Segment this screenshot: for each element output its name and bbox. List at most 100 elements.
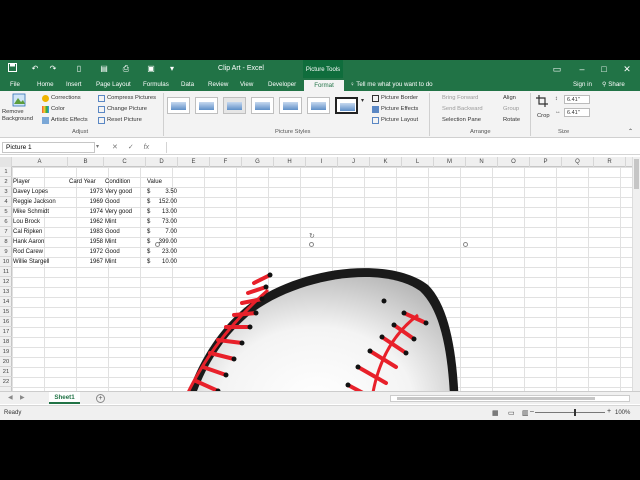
column-header-d[interactable]: D (146, 157, 178, 167)
cell-player[interactable]: Rod Carew (13, 247, 67, 257)
column-header-q[interactable]: Q (562, 157, 594, 167)
minimize-icon[interactable]: – (575, 62, 589, 76)
cell-condition[interactable]: Good (105, 197, 145, 207)
column-header-i[interactable]: I (306, 157, 338, 167)
column-header-l[interactable]: L (402, 157, 434, 167)
row-header-15[interactable]: 15 (0, 307, 12, 317)
change-picture-button[interactable]: Change Picture (107, 106, 147, 112)
crop-button[interactable]: Crop (537, 113, 550, 119)
column-header-a[interactable]: A (12, 157, 68, 167)
picture-border-button[interactable]: Picture Border (381, 95, 418, 101)
cell-player[interactable]: Davey Lopes (13, 187, 67, 197)
column-header-n[interactable]: N (466, 157, 498, 167)
header-cell-player[interactable]: Player (13, 177, 67, 187)
row-header-21[interactable]: 21 (0, 367, 12, 377)
row-header-2[interactable]: 2 (0, 177, 12, 187)
close-icon[interactable]: ✕ (620, 62, 634, 76)
cell-card-year[interactable]: 1972 (69, 247, 103, 257)
tab-format[interactable]: Format (304, 80, 344, 91)
print-icon[interactable]: ⎙ (120, 63, 132, 75)
sheet-tab-sheet1[interactable]: Sheet1 (49, 392, 80, 404)
picture-layout-button[interactable]: Picture Layout (381, 117, 418, 123)
picture-style-3[interactable] (223, 97, 246, 114)
select-all-corner[interactable] (0, 157, 12, 167)
row-header-20[interactable]: 20 (0, 357, 12, 367)
header-cell-condition[interactable]: Condition (105, 177, 145, 187)
cell-card-year[interactable]: 1974 (69, 207, 103, 217)
cell-condition[interactable]: Very good (105, 187, 145, 197)
tell-me-box[interactable]: ♀ Tell me what you want to do (350, 81, 433, 88)
row-header-10[interactable]: 10 (0, 257, 12, 267)
send-backward-button[interactable]: Send Backward (442, 106, 483, 112)
row-header-1[interactable]: 1 (0, 167, 12, 177)
zoom-slider[interactable] (535, 412, 605, 413)
share-button[interactable]: ⚲ Share (602, 81, 625, 88)
tab-file[interactable]: File (10, 80, 20, 91)
cell-condition[interactable]: Mint (105, 237, 145, 247)
row-header-12[interactable]: 12 (0, 277, 12, 287)
width-field[interactable]: 6.41" (564, 108, 590, 117)
tab-insert[interactable]: Insert (66, 80, 81, 91)
row-header-11[interactable]: 11 (0, 267, 12, 277)
zoom-out-icon[interactable]: – (530, 408, 534, 415)
picture-effects-button[interactable]: Picture Effects (381, 106, 418, 112)
column-header-g[interactable]: G (242, 157, 274, 167)
cell-condition[interactable]: Good (105, 227, 145, 237)
paste-icon[interactable]: ▣ (145, 63, 157, 75)
row-header-8[interactable]: 8 (0, 237, 12, 247)
column-header-c[interactable]: C (104, 157, 146, 167)
tab-review[interactable]: Review (208, 80, 228, 91)
new-icon[interactable]: ▯ (73, 63, 85, 75)
row-header-18[interactable]: 18 (0, 337, 12, 347)
row-header-7[interactable]: 7 (0, 227, 12, 237)
cell-condition[interactable]: Good (105, 247, 145, 257)
reset-picture-button[interactable]: Reset Picture (107, 117, 142, 123)
zoom-slider-thumb[interactable] (574, 409, 576, 416)
bring-forward-button[interactable]: Bring Forward (442, 95, 478, 101)
cell-player[interactable]: Mike Schmidt (13, 207, 67, 217)
header-cell-value[interactable]: Value (147, 177, 177, 187)
rotate-button[interactable]: Rotate (503, 117, 520, 123)
artistic-effects-button[interactable]: Artistic Effects (51, 117, 88, 123)
vertical-scroll-thumb[interactable] (634, 159, 639, 189)
row-header-14[interactable]: 14 (0, 297, 12, 307)
cell-player[interactable]: Willie Stargell (13, 257, 67, 267)
cell-card-year[interactable]: 1983 (69, 227, 103, 237)
column-header-e[interactable]: E (178, 157, 210, 167)
cell-condition[interactable]: Mint (105, 217, 145, 227)
tab-developer[interactable]: Developer (268, 80, 296, 91)
resize-handle-nw[interactable] (155, 242, 160, 247)
cell-card-year[interactable]: 1969 (69, 197, 103, 207)
picture-style-5[interactable] (279, 97, 302, 114)
cell-value[interactable]: 13.00 (147, 207, 177, 217)
cell-card-year[interactable]: 1967 (69, 257, 103, 267)
column-header-r[interactable]: R (594, 157, 626, 167)
cancel-icon[interactable]: ✕ (112, 144, 118, 151)
group-button[interactable]: Group (503, 106, 519, 112)
gallery-more-icon[interactable]: ▾ (361, 97, 364, 104)
row-header-22[interactable]: 22 (0, 377, 12, 387)
cell-value[interactable]: 3.50 (147, 187, 177, 197)
picture-style-1[interactable] (167, 97, 190, 114)
resize-handle-ne[interactable] (463, 242, 468, 247)
align-button[interactable]: Align (503, 95, 516, 101)
cell-card-year[interactable]: 1958 (69, 237, 103, 247)
cell-player[interactable]: Cal Ripken (13, 227, 67, 237)
cell-value[interactable]: 152.00 (147, 197, 177, 207)
maximize-icon[interactable]: □ (597, 62, 611, 76)
row-header-17[interactable]: 17 (0, 327, 12, 337)
horizontal-scrollbar[interactable] (390, 395, 630, 402)
header-cell-card-year[interactable]: Card Year (69, 177, 103, 187)
formula-input[interactable] (166, 142, 632, 153)
tab-page-layout[interactable]: Page Layout (96, 80, 131, 91)
cell-player[interactable]: Hank Aaron (13, 237, 67, 247)
page-layout-view-icon[interactable]: ▭ (508, 409, 515, 417)
zoom-level[interactable]: 100% (615, 410, 630, 416)
column-header-h[interactable]: H (274, 157, 306, 167)
cell-condition[interactable]: Very good (105, 207, 145, 217)
collapse-ribbon-icon[interactable]: ⌃ (628, 129, 633, 135)
column-header-o[interactable]: O (498, 157, 530, 167)
column-header-k[interactable]: K (370, 157, 402, 167)
corrections-button[interactable]: Corrections (51, 95, 81, 101)
prev-sheet-icon[interactable]: ◀ (8, 394, 13, 401)
